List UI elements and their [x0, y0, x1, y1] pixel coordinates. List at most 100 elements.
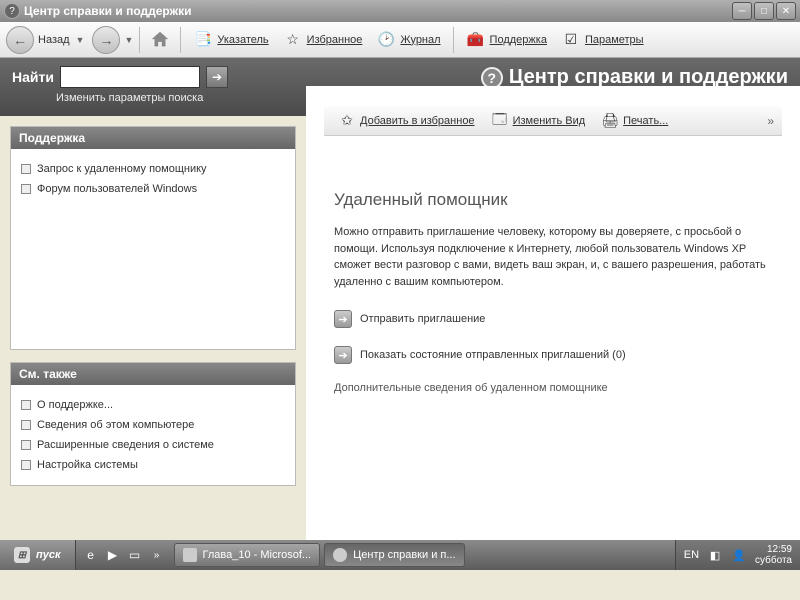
content-text: Можно отправить приглашение человеку, ко…	[334, 224, 772, 290]
options-button[interactable]: ☑ Параметры	[555, 28, 650, 52]
search-go-button[interactable]: ➔	[206, 66, 228, 88]
bullet-icon	[21, 184, 31, 194]
search-label: Найти	[12, 69, 54, 85]
language-indicator[interactable]: EN	[684, 549, 699, 561]
start-label: пуск	[36, 549, 61, 561]
sidebar-item-label: О поддержке...	[37, 399, 113, 411]
minimize-button[interactable]: ─	[732, 2, 752, 20]
show-invitations-link[interactable]: ➔ Показать состояние отправленных пригла…	[334, 346, 772, 364]
back-dropdown-icon[interactable]: ▼	[76, 35, 85, 45]
separator	[139, 27, 140, 53]
help-icon	[333, 548, 347, 562]
task-label: Центр справки и п...	[353, 549, 455, 561]
sidebar: Поддержка Запрос к удаленному помощнику …	[0, 116, 306, 540]
link-label: Показать состояние отправленных приглаше…	[360, 349, 626, 361]
seealso-panel: См. также О поддержке... Сведения об это…	[10, 362, 296, 486]
support-panel: Поддержка Запрос к удаленному помощнику …	[10, 126, 296, 350]
star-add-icon: ✩	[338, 112, 356, 130]
search-options-link[interactable]: Изменить параметры поиска	[56, 92, 228, 104]
arrow-right-icon: ➔	[334, 346, 352, 364]
home-button[interactable]	[146, 26, 174, 54]
sidebar-item-system-config[interactable]: Настройка системы	[19, 455, 287, 475]
windows-logo-icon: ⊞	[14, 547, 30, 563]
tray-icon-1[interactable]: ◧	[707, 547, 723, 563]
send-invitation-link[interactable]: ➔ Отправить приглашение	[334, 310, 772, 328]
arrow-right-icon: ➔	[334, 310, 352, 328]
history-label: Журнал	[400, 34, 440, 46]
history-button[interactable]: 🕑 Журнал	[370, 28, 446, 52]
sidebar-item-forum[interactable]: Форум пользователей Windows	[19, 179, 287, 199]
options-label: Параметры	[585, 34, 644, 46]
maximize-button[interactable]: □	[754, 2, 774, 20]
clock-day: суббота	[755, 555, 792, 566]
support-button[interactable]: 🧰 Поддержка	[460, 28, 553, 52]
printer-icon: 🖨	[601, 112, 619, 130]
desktop-icon[interactable]: ▭	[126, 546, 144, 564]
quick-launch: e ▶ ▭ »	[76, 546, 172, 564]
content-area: ✩ Добавить в избранное 🗔 Изменить Вид 🖨 …	[306, 86, 800, 540]
support-panel-header: Поддержка	[11, 127, 295, 149]
more-info-text: Дополнительные сведения об удаленном пом…	[334, 382, 772, 394]
bullet-icon	[21, 400, 31, 410]
star-icon: ☆	[283, 30, 303, 50]
sidebar-item-label: Расширенные сведения о системе	[37, 439, 214, 451]
add-favorite-label: Добавить в избранное	[360, 115, 475, 127]
content-actionbar: ✩ Добавить в избранное 🗔 Изменить Вид 🖨 …	[324, 106, 782, 136]
main-toolbar: ← Назад ▼ → ▼ 📑 Указатель ☆ Избранное 🕑 …	[0, 22, 800, 58]
content-title: Удаленный помощник	[334, 190, 772, 210]
word-icon	[183, 548, 197, 562]
bullet-icon	[21, 164, 31, 174]
tray-icon-2[interactable]: 👤	[731, 547, 747, 563]
change-view-label: Изменить Вид	[513, 115, 586, 127]
task-label: Глава_10 - Microsof...	[203, 549, 312, 561]
start-button[interactable]: ⊞ пуск	[0, 540, 76, 570]
clock[interactable]: 12:59 суббота	[755, 544, 792, 566]
more-chevron-icon[interactable]: »	[767, 114, 774, 128]
sidebar-item-label: Сведения об этом компьютере	[37, 419, 194, 431]
taskbar-item-help[interactable]: Центр справки и п...	[324, 543, 464, 567]
system-tray: EN ◧ 👤 12:59 суббота	[675, 540, 800, 570]
sidebar-item-computer-info[interactable]: Сведения об этом компьютере	[19, 415, 287, 435]
link-label: Отправить приглашение	[360, 313, 485, 325]
bullet-icon	[21, 460, 31, 470]
print-label: Печать...	[623, 115, 668, 127]
separator	[453, 27, 454, 53]
close-button[interactable]: ✕	[776, 2, 796, 20]
home-icon	[149, 29, 171, 51]
index-button[interactable]: 📑 Указатель	[187, 28, 274, 52]
clock-time: 12:59	[755, 544, 792, 555]
support-label: Поддержка	[490, 34, 547, 46]
view-icon: 🗔	[491, 112, 509, 130]
sidebar-item-remote-assist[interactable]: Запрос к удаленному помощнику	[19, 159, 287, 179]
add-favorite-button[interactable]: ✩ Добавить в избранное	[332, 110, 481, 132]
separator	[180, 27, 181, 53]
index-label: Указатель	[217, 34, 268, 46]
favorites-label: Избранное	[307, 34, 363, 46]
sidebar-item-about-support[interactable]: О поддержке...	[19, 395, 287, 415]
support-icon: 🧰	[466, 30, 486, 50]
sidebar-item-label: Настройка системы	[37, 459, 138, 471]
seealso-panel-header: См. также	[11, 363, 295, 385]
back-button[interactable]: ←	[6, 26, 34, 54]
search-input[interactable]	[60, 66, 200, 88]
ie-icon[interactable]: e	[82, 546, 100, 564]
bullet-icon	[21, 420, 31, 430]
bullet-icon	[21, 440, 31, 450]
ql-chevron-icon[interactable]: »	[148, 546, 166, 564]
window-title: Центр справки и поддержки	[24, 4, 732, 18]
taskbar-item-word[interactable]: Глава_10 - Microsof...	[174, 543, 321, 567]
forward-button[interactable]: →	[92, 26, 120, 54]
sidebar-item-advanced-info[interactable]: Расширенные сведения о системе	[19, 435, 287, 455]
print-button[interactable]: 🖨 Печать...	[595, 110, 674, 132]
change-view-button[interactable]: 🗔 Изменить Вид	[485, 110, 592, 132]
clock-icon: 🕑	[376, 30, 396, 50]
media-icon[interactable]: ▶	[104, 546, 122, 564]
body: Поддержка Запрос к удаленному помощнику …	[0, 116, 800, 540]
index-icon: 📑	[193, 30, 213, 50]
help-icon: ?	[4, 3, 20, 19]
favorites-button[interactable]: ☆ Избранное	[277, 28, 369, 52]
titlebar: ? Центр справки и поддержки ─ □ ✕	[0, 0, 800, 22]
back-label: Назад	[38, 34, 70, 46]
checkbox-icon: ☑	[561, 30, 581, 50]
forward-dropdown-icon[interactable]: ▼	[124, 35, 133, 45]
